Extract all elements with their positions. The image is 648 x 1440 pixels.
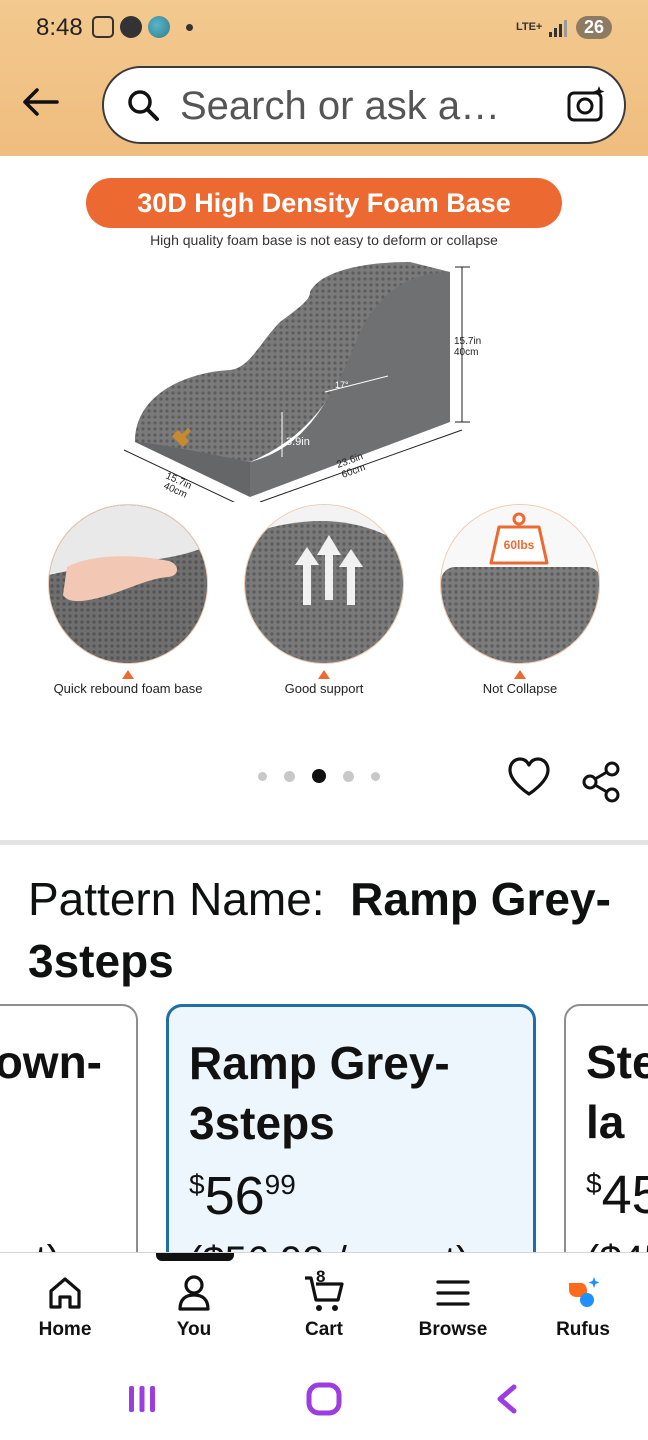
image-banner: 30D High Density Foam Base bbox=[86, 178, 562, 228]
rufus-icon bbox=[569, 1277, 600, 1307]
option-price-dollars: 56 bbox=[204, 1166, 265, 1226]
nav-you[interactable]: You bbox=[139, 1271, 249, 1341]
feature-image bbox=[48, 504, 208, 664]
weight-badge: 60lbs bbox=[504, 538, 535, 552]
back-button[interactable] bbox=[18, 80, 62, 124]
option-price-dollars: 45 bbox=[601, 1165, 648, 1225]
nav-rufus[interactable]: Rufus bbox=[528, 1271, 638, 1341]
product-image[interactable]: 30D High Density Foam Base High quality … bbox=[0, 156, 648, 716]
app-screen: 8:48 LTE+ 26 Search or ask a… 30D High D… bbox=[0, 0, 648, 1440]
carousel-dot-active[interactable] bbox=[312, 769, 326, 783]
share-icon bbox=[582, 761, 620, 803]
battery-indicator: 26 bbox=[575, 16, 612, 39]
system-navigation-bar bbox=[0, 1356, 648, 1440]
pattern-label: Pattern Name: bbox=[28, 873, 325, 925]
carousel-dot[interactable] bbox=[284, 770, 295, 782]
person-icon bbox=[178, 1275, 210, 1311]
pet-stairs-illustration: 15.7in 40cm 15.7in 40cm 23.6in 60cm 3.9i… bbox=[123, 262, 481, 502]
signal-icon bbox=[548, 19, 567, 37]
support-arrows-illustration bbox=[245, 505, 403, 663]
option-currency: $ bbox=[189, 1169, 205, 1200]
nav-label: You bbox=[176, 1319, 212, 1340]
active-tab-indicator bbox=[156, 1253, 234, 1261]
carousel-dots[interactable] bbox=[258, 769, 380, 783]
search-input[interactable] bbox=[180, 78, 550, 134]
image-banner-subtitle: High quality foam base is not easy to de… bbox=[150, 232, 498, 248]
app-notification-icon bbox=[148, 16, 170, 38]
back-arrow-icon bbox=[23, 88, 59, 116]
foam-hand-illustration bbox=[49, 505, 207, 663]
option-card-selected[interactable]: Ramp Grey-3steps $5699 ($56.99 / count) bbox=[166, 1004, 536, 1294]
nav-cart[interactable]: 8 Cart bbox=[269, 1267, 379, 1341]
option-price: $5699 bbox=[189, 1165, 296, 1227]
wishlist-button[interactable] bbox=[506, 756, 552, 803]
option-card[interactable]: Ste Bla $45 ($45 bbox=[564, 1004, 648, 1294]
more-notifications-icon bbox=[186, 23, 193, 31]
back-system-button[interactable] bbox=[492, 1383, 520, 1415]
app-header: 8:48 LTE+ 26 bbox=[0, 0, 648, 156]
carousel-dot[interactable] bbox=[371, 771, 380, 781]
carousel-dot[interactable] bbox=[258, 771, 267, 781]
status-bar: 8:48 LTE+ 26 bbox=[0, 0, 648, 60]
nav-label: Cart bbox=[304, 1319, 343, 1340]
home-icon bbox=[49, 1277, 81, 1309]
feature-label: Not Collapse bbox=[482, 681, 558, 696]
nav-home[interactable]: Home bbox=[10, 1271, 120, 1341]
screenshot-icon bbox=[92, 16, 114, 38]
search-bar[interactable] bbox=[102, 66, 626, 144]
pattern-heading: Pattern Name: Ramp Grey-3steps bbox=[28, 868, 628, 992]
bottom-navigation: Home You 8 Cart Browse Rufus bbox=[0, 1252, 648, 1356]
step-height-label: 3.9in bbox=[286, 436, 310, 448]
feature-image: 60lbs bbox=[440, 504, 600, 664]
angle-label: 17° bbox=[335, 380, 349, 390]
option-name: Ste Bla bbox=[586, 1036, 648, 1148]
network-type: LTE+ bbox=[515, 21, 543, 33]
option-price-cents: 99 bbox=[264, 1169, 296, 1200]
feature-not-collapse: 60lbs Not Collapse bbox=[440, 504, 600, 696]
search-icon bbox=[128, 90, 159, 121]
nav-browse[interactable]: Browse bbox=[398, 1271, 508, 1341]
status-right: LTE+ 26 bbox=[516, 16, 612, 39]
option-price: $45 bbox=[586, 1164, 648, 1226]
feature-pointer bbox=[122, 670, 134, 679]
option-card[interactable]: Brown- t) bbox=[0, 1004, 138, 1294]
home-button[interactable] bbox=[306, 1382, 342, 1416]
feature-image bbox=[244, 504, 404, 664]
menu-icon bbox=[436, 1280, 470, 1306]
nav-label: Home bbox=[38, 1319, 92, 1340]
weight-illustration: 60lbs bbox=[441, 505, 599, 663]
share-button[interactable] bbox=[580, 760, 624, 809]
height-cm-label: 40cm bbox=[454, 347, 478, 358]
feature-pointer bbox=[318, 670, 330, 679]
feature-quick-rebound: Quick rebound foam base bbox=[48, 504, 208, 696]
feature-good-support: Good support bbox=[244, 504, 404, 696]
nav-label: Browse bbox=[418, 1319, 488, 1340]
nav-label: Rufus bbox=[556, 1319, 610, 1340]
heart-icon bbox=[508, 757, 550, 796]
option-name: Brown- bbox=[0, 1036, 102, 1088]
feature-pointer bbox=[514, 670, 526, 679]
messenger-icon bbox=[120, 16, 142, 38]
notification-icons bbox=[92, 16, 193, 38]
option-currency: $ bbox=[586, 1168, 602, 1199]
section-divider bbox=[0, 840, 648, 845]
height-in-label: 15.7in bbox=[454, 336, 481, 347]
status-time: 8:48 bbox=[36, 14, 83, 41]
camera-search-icon[interactable] bbox=[566, 84, 606, 124]
cart-count-badge: 8 bbox=[316, 1267, 326, 1286]
carousel-dot[interactable] bbox=[343, 770, 354, 782]
option-name: Ramp Grey-3steps bbox=[189, 1037, 450, 1149]
recent-apps-button[interactable] bbox=[126, 1384, 158, 1414]
